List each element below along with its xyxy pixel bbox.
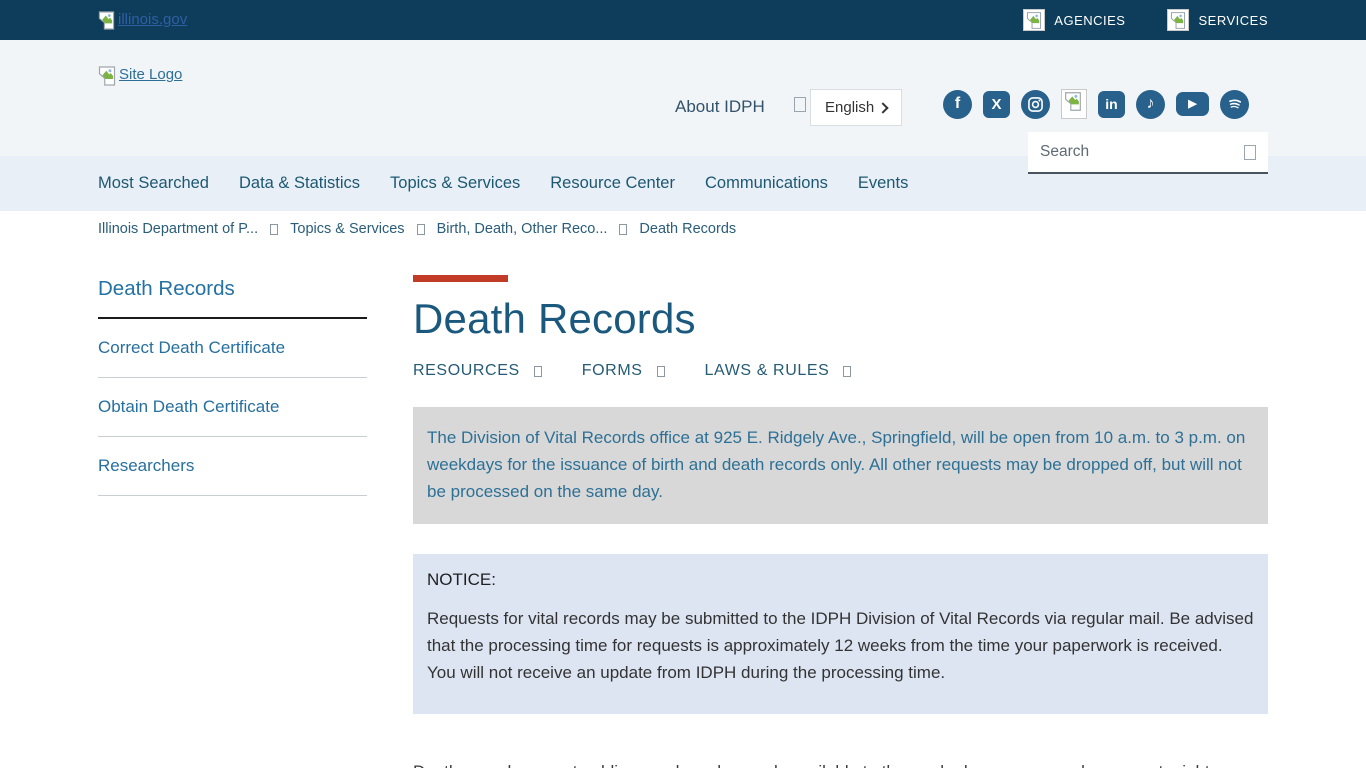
- breadcrumb-separator-icon: [417, 224, 425, 235]
- search-icon[interactable]: [1244, 145, 1256, 160]
- notice-heading: NOTICE:: [427, 570, 1254, 590]
- social-icons-row: f X in ♪ ▶: [943, 89, 1249, 119]
- tab-resources[interactable]: RESOURCES: [413, 362, 542, 380]
- x-twitter-icon[interactable]: X: [983, 91, 1010, 118]
- broken-image-icon: [1167, 9, 1189, 31]
- main-content: Death Records RESOURCES FORMS LAWS & RUL…: [413, 275, 1268, 768]
- search-box: [1028, 132, 1268, 174]
- tab-laws-rules[interactable]: LAWS & RULES: [705, 362, 852, 380]
- services-label: SERVICES: [1198, 13, 1268, 28]
- agencies-link[interactable]: AGENCIES: [1023, 9, 1125, 31]
- nav-item-most-searched[interactable]: Most Searched: [98, 174, 209, 193]
- nav-item-data-statistics[interactable]: Data & Statistics: [239, 174, 360, 193]
- illinois-gov-link[interactable]: illinois.gov: [98, 11, 187, 30]
- breadcrumb: Illinois Department of P... Topics & Ser…: [0, 211, 1366, 247]
- content-area: Death Records Correct Death Certificate …: [0, 247, 1366, 768]
- nav-item-topics-services[interactable]: Topics & Services: [390, 174, 520, 193]
- breadcrumb-current: Death Records: [639, 221, 736, 237]
- search-input[interactable]: [1040, 143, 1244, 161]
- breadcrumb-separator-icon: [270, 224, 278, 235]
- notice-body: Requests for vital records may be submit…: [427, 605, 1254, 686]
- notice-box: NOTICE: Requests for vital records may b…: [413, 554, 1268, 714]
- chevron-down-icon: [657, 366, 665, 377]
- tab-laws-rules-label: LAWS & RULES: [705, 362, 830, 380]
- sidebar-item-researchers[interactable]: Researchers: [98, 437, 367, 496]
- chevron-down-icon: [534, 366, 542, 377]
- page-title: Death Records: [413, 295, 1268, 343]
- chevron-right-icon: [877, 102, 888, 113]
- nav-item-communications[interactable]: Communications: [705, 174, 828, 193]
- youtube-icon[interactable]: ▶: [1176, 92, 1209, 116]
- tab-resources-label: RESOURCES: [413, 362, 520, 380]
- section-tabs: RESOURCES FORMS LAWS & RULES: [413, 362, 1268, 380]
- linkedin-icon[interactable]: in: [1098, 91, 1125, 118]
- globe-icon: [794, 97, 806, 112]
- site-logo-link[interactable]: Site Logo: [98, 66, 182, 86]
- services-link[interactable]: SERVICES: [1167, 9, 1268, 31]
- broken-image-icon: [1023, 9, 1045, 31]
- instagram-icon[interactable]: [1021, 90, 1050, 119]
- language-selected-label: English: [825, 99, 874, 116]
- facebook-icon[interactable]: f: [943, 90, 972, 119]
- sidebar-item-correct-death-certificate[interactable]: Correct Death Certificate: [98, 319, 367, 378]
- illinois-gov-label: illinois.gov: [118, 11, 187, 28]
- spotify-icon[interactable]: [1220, 90, 1249, 119]
- language-selector[interactable]: English: [810, 89, 902, 126]
- nav-item-events[interactable]: Events: [858, 174, 908, 193]
- sidebar-nav: Death Records Correct Death Certificate …: [98, 277, 367, 768]
- intro-paragraph: Death records are not public records and…: [413, 758, 1268, 768]
- sidebar-item-death-records[interactable]: Death Records: [98, 277, 367, 319]
- breadcrumb-separator-icon: [619, 224, 627, 235]
- tab-forms[interactable]: FORMS: [582, 362, 665, 380]
- about-idph-link[interactable]: About IDPH: [675, 97, 765, 117]
- office-hours-alert: The Division of Vital Records office at …: [413, 407, 1268, 524]
- sidebar-item-obtain-death-certificate[interactable]: Obtain Death Certificate: [98, 378, 367, 437]
- top-utility-bar: illinois.gov AGENCIES SERVICES: [0, 0, 1366, 40]
- breadcrumb-home[interactable]: Illinois Department of P...: [98, 221, 258, 237]
- broken-image-icon: [98, 11, 115, 30]
- tab-forms-label: FORMS: [582, 362, 643, 380]
- broken-image-icon[interactable]: [1061, 89, 1087, 119]
- title-accent-bar: [413, 275, 508, 282]
- tiktok-icon[interactable]: ♪: [1136, 90, 1165, 119]
- site-logo-label: Site Logo: [119, 66, 182, 83]
- agencies-label: AGENCIES: [1054, 13, 1125, 28]
- breadcrumb-topics-services[interactable]: Topics & Services: [290, 221, 404, 237]
- breadcrumb-birth-death-records[interactable]: Birth, Death, Other Reco...: [437, 221, 608, 237]
- chevron-down-icon: [843, 366, 851, 377]
- nav-item-resource-center[interactable]: Resource Center: [550, 174, 675, 193]
- broken-image-icon: [98, 66, 116, 86]
- site-header: Site Logo About IDPH English f X in ♪ ▶: [0, 40, 1366, 156]
